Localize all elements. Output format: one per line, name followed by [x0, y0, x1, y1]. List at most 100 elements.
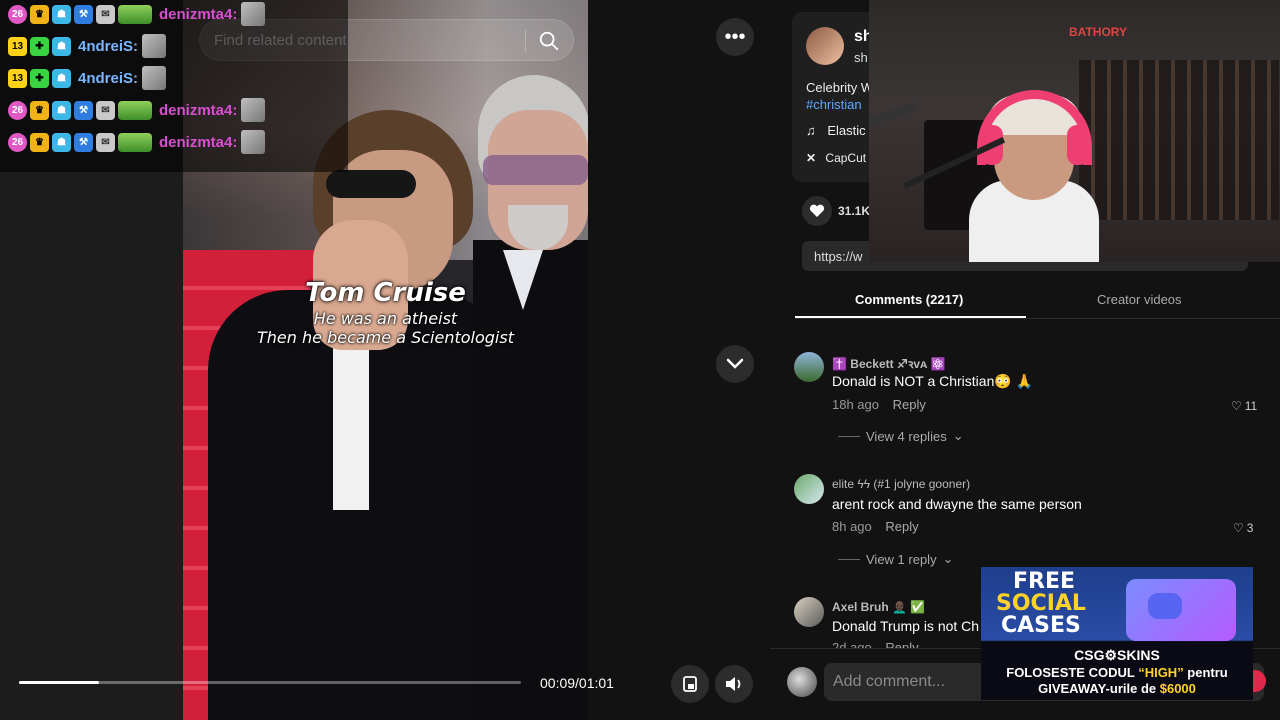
comment-meta: 8h ago Reply	[832, 519, 919, 534]
active-tab-indicator	[795, 316, 1026, 318]
current-user-avatar	[787, 667, 817, 697]
comment-username[interactable]: ✝️ Beckett ♐︎ꝛᴠᴀ ⚛️	[832, 355, 945, 372]
ad-promo-prefix: FOLOSESTE CODUL	[1006, 665, 1139, 680]
next-video-button[interactable]	[716, 345, 754, 383]
view-replies-button[interactable]: View 1 reply ⌄	[838, 551, 953, 567]
volume-button[interactable]	[715, 665, 753, 703]
comment-text: Donald is NOT a Christian😳 🙏	[832, 373, 1034, 389]
webcam-shelf	[1079, 60, 1279, 220]
ad-promo-line: FOLOSESTE CODUL “HIGH” pentru	[981, 665, 1253, 680]
floating-player-icon	[683, 676, 697, 692]
crown-badge-icon: ♛	[30, 132, 49, 152]
robot-badge-icon: ☗	[52, 100, 71, 120]
capcut-label: CapCut	[825, 151, 867, 165]
heart-icon	[809, 204, 825, 217]
robot-badge-icon: ☗	[52, 36, 71, 56]
reply-button[interactable]: Reply	[885, 640, 918, 648]
stream-chat-overlay: 26 ♛ ☗ ⚒ ✉ denizmta4: 13 ✚ ☗ 4ndreiS: 13…	[0, 0, 348, 172]
sub-badge: 13	[8, 68, 27, 88]
discord-icon	[1148, 593, 1182, 619]
headset-ear-right	[1067, 125, 1089, 165]
chat-emote	[241, 130, 266, 154]
creator-handle[interactable]: sh	[854, 50, 868, 65]
envelope-badge-icon: ✉	[96, 100, 115, 120]
more-options-button[interactable]: •••	[716, 18, 754, 56]
hashtag-link[interactable]: #christian	[806, 97, 862, 112]
like-count: 31.1K	[838, 204, 871, 218]
like-button[interactable]	[802, 196, 832, 226]
ad-headline-cases: CASES	[1001, 613, 1081, 638]
chat-username: 4ndreiS:	[78, 69, 139, 87]
chat-message: 13 ✚ ☗ 4ndreiS:	[8, 34, 167, 58]
ad-giveaway-amount: $6000	[1159, 681, 1196, 696]
capcut-icon: ✕	[806, 151, 817, 165]
chevron-down-icon: ⌄	[952, 428, 964, 443]
video-time: 00:09/01:01	[540, 675, 614, 691]
hammer-badge-icon: ⚒	[74, 4, 93, 24]
crown-badge-icon: ♛	[30, 100, 49, 120]
chat-emote	[142, 34, 167, 58]
chat-message: 26 ♛ ☗ ⚒ ✉ denizmta4:	[8, 2, 266, 26]
robot-badge-icon: ☗	[52, 132, 71, 152]
chat-username: denizmta4:	[159, 5, 238, 23]
video-progress-bar[interactable]	[19, 681, 521, 684]
gift-badge-icon: ✚	[30, 68, 49, 88]
sub-badge: 26	[8, 4, 27, 24]
comment-avatar[interactable]	[794, 597, 824, 627]
hammer-badge-icon: ⚒	[74, 132, 93, 152]
envelope-badge-icon: ✉	[96, 132, 115, 152]
reply-button[interactable]: Reply	[885, 519, 918, 534]
capcut-link[interactable]: ✕ CapCut	[806, 151, 866, 165]
heart-outline-icon: ♡	[1233, 521, 1244, 535]
comment-text: Donald Trump is not Ch	[832, 618, 980, 634]
tiktok-video-page: Tom Cruise He was an atheist Then he bec…	[0, 0, 1280, 720]
robot-badge-icon: ☗	[52, 4, 71, 24]
person-right-glasses	[483, 155, 588, 185]
crown-badge-icon: ♛	[30, 4, 49, 24]
replies-line	[838, 435, 860, 437]
video-caption-line-1: He was an atheist	[313, 309, 458, 328]
landscape-badge-icon	[118, 100, 152, 120]
robot-badge-icon: ☗	[52, 68, 71, 88]
chevron-down-icon	[726, 358, 744, 369]
creator-avatar[interactable]	[806, 27, 844, 65]
speaker-icon	[726, 677, 741, 691]
sponsor-ad: FREE SOCIAL CASES CSG⚙SKINS FOLOSESTE CO…	[981, 567, 1253, 700]
comment-avatar[interactable]	[794, 352, 824, 382]
comment-like-button[interactable]: ♡ 3	[1233, 521, 1253, 535]
landscape-badge-icon	[118, 4, 152, 24]
comment-time: 8h ago	[832, 519, 872, 534]
comment-like-count: 11	[1244, 399, 1258, 413]
video-caption-line-2: Then he became a Scientologist	[257, 328, 514, 347]
tab-creator-videos[interactable]: Creator videos	[1097, 292, 1182, 307]
share-url: https://w	[814, 249, 863, 264]
chat-message: 13 ✚ ☗ 4ndreiS:	[8, 66, 167, 90]
comment-username[interactable]: Axel Bruh 👨🏿‍🦲 ✅	[832, 600, 925, 614]
search-icon[interactable]	[538, 30, 560, 52]
comment-meta: 18h ago Reply	[832, 397, 926, 412]
hammer-badge-icon: ⚒	[74, 100, 93, 120]
view-replies-button[interactable]: View 4 replies ⌄	[838, 428, 964, 444]
video-description: Celebrity W	[806, 80, 874, 95]
tab-comments[interactable]: Comments (2217)	[855, 292, 963, 307]
sub-badge: 26	[8, 132, 27, 152]
ad-giveaway-line: GIVEAWAY-urile de $6000	[981, 681, 1253, 696]
chat-emote	[241, 98, 266, 122]
comment-time: 2d ago	[832, 640, 872, 648]
view-replies-label: View 1 reply	[866, 551, 937, 567]
comment-avatar[interactable]	[794, 474, 824, 504]
music-link[interactable]: ♫ Elastic	[806, 123, 866, 138]
webcam-wall-sign: BATHORY	[1069, 25, 1127, 39]
comment-username[interactable]: elite ϟϟ (#1 jolyne gooner)	[832, 477, 970, 491]
ad-promo-code: “HIGH”	[1138, 665, 1184, 680]
comment-meta: 2d ago Reply	[832, 640, 919, 648]
comment-like-button[interactable]: ♡ 11	[1231, 399, 1257, 413]
gift-badge-icon: ✚	[30, 36, 49, 56]
comment-like-count: 3	[1246, 521, 1254, 535]
picture-in-picture-button[interactable]	[671, 665, 709, 703]
chat-message: 26 ♛ ☗ ⚒ ✉ denizmta4:	[8, 130, 266, 154]
reply-button[interactable]: Reply	[893, 397, 926, 412]
search-divider	[525, 30, 526, 52]
replies-line	[838, 558, 860, 560]
music-note-icon: ♫	[806, 123, 816, 138]
